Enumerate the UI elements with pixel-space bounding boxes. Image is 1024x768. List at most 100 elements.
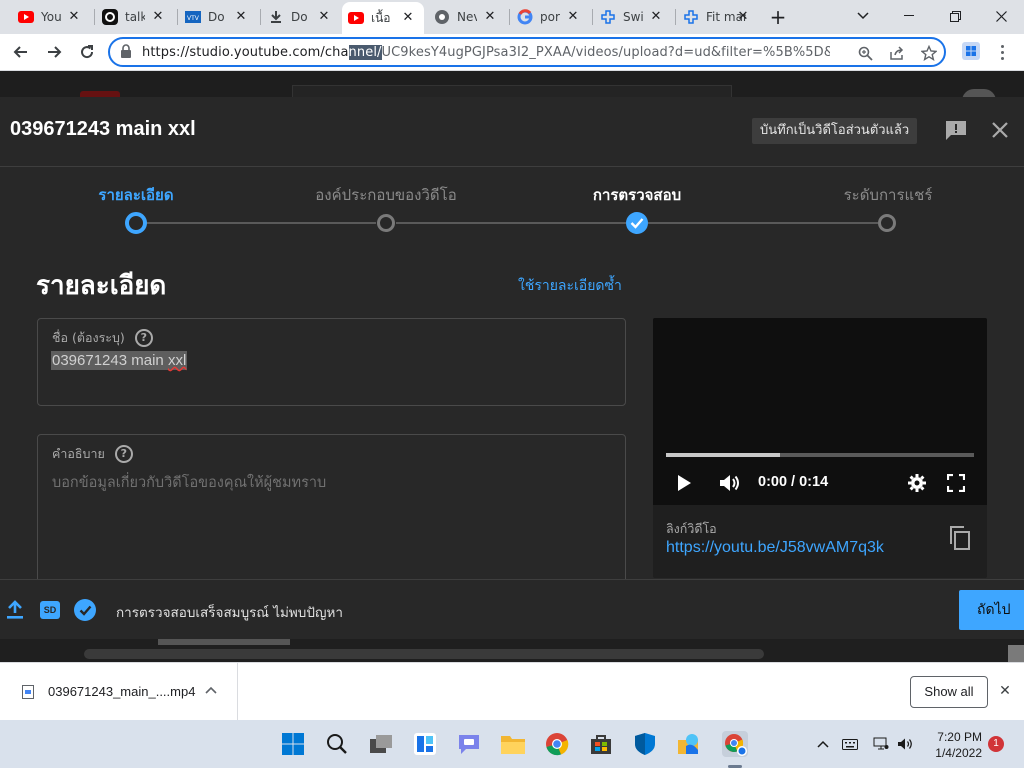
close-icon[interactable]: ✕ <box>997 683 1013 699</box>
step-visibility-dot[interactable] <box>878 214 896 232</box>
chevron-up-icon[interactable] <box>205 683 219 697</box>
tab-youtube-studio-active[interactable]: เนื้อ ✕ <box>342 2 424 34</box>
upload-icon[interactable] <box>6 600 24 620</box>
feedback-icon[interactable] <box>944 119 968 141</box>
threads-icon <box>102 9 118 25</box>
step-checks-dot[interactable] <box>626 212 648 234</box>
section-title: รายละเอียด <box>36 271 167 301</box>
studio-header-dimmed <box>0 71 1024 101</box>
close-icon[interactable]: ✕ <box>400 10 416 26</box>
title-field[interactable]: ชื่อ (ต้องระบุ) ? 039671243 main xxl <box>37 318 626 406</box>
video-link[interactable]: https://youtu.be/J58vwAM7q3k <box>666 539 884 557</box>
tab-youtube-1[interactable]: You ✕ <box>12 4 90 30</box>
video-link-label: ลิงก์วิดีโอ <box>666 521 717 536</box>
download-file-name[interactable]: 039671243_main_....mp4 <box>48 684 195 699</box>
step-visibility-label[interactable]: ระดับการแชร์ <box>828 183 948 207</box>
minimize-button[interactable] <box>886 0 932 32</box>
search-icon[interactable] <box>322 729 352 759</box>
volume-icon[interactable] <box>719 472 741 494</box>
volume-icon[interactable] <box>897 736 913 752</box>
tab-new[interactable]: Nev ✕ <box>428 4 506 30</box>
close-icon[interactable]: ✕ <box>233 9 249 25</box>
description-field-label: คำอธิบาย ? <box>52 444 133 464</box>
next-button[interactable]: ถัดไป <box>959 590 1024 630</box>
step-details-label[interactable]: รายละเอียด <box>76 183 196 207</box>
video-file-icon <box>22 685 34 699</box>
photos-icon[interactable] <box>674 729 704 759</box>
fullscreen-icon[interactable] <box>945 472 967 494</box>
chrome-active-icon[interactable] <box>720 729 750 759</box>
new-tab-button[interactable]: + <box>767 6 789 28</box>
restore-button[interactable] <box>932 0 978 32</box>
reload-button[interactable] <box>74 39 100 65</box>
store-icon[interactable] <box>586 729 616 759</box>
sd-quality-icon[interactable]: SD <box>40 601 60 619</box>
windows-start-icon[interactable] <box>278 729 308 759</box>
video-progress-bar[interactable] <box>666 453 974 457</box>
horizontal-scrollbar[interactable] <box>84 649 764 659</box>
zoom-icon[interactable] <box>856 44 874 62</box>
vertical-scrollbar-thumb[interactable] <box>1008 645 1024 662</box>
chrome-icon[interactable] <box>542 729 572 759</box>
address-bar[interactable]: https://studio.youtube.com/channel/UC9ke… <box>108 37 946 67</box>
close-icon[interactable]: ✕ <box>735 9 751 25</box>
back-button[interactable] <box>8 39 34 65</box>
chevron-up-icon[interactable] <box>815 736 831 752</box>
youtube-icon <box>348 10 364 26</box>
show-all-button[interactable]: Show all <box>910 676 988 708</box>
more-menu-icon[interactable] <box>994 40 1010 64</box>
tab-fit[interactable]: Fit man ✕ <box>677 4 759 30</box>
tab-vtv[interactable]: VTV Do ✕ <box>179 4 257 30</box>
close-icon[interactable]: ✕ <box>66 9 82 25</box>
share-icon[interactable] <box>888 44 906 62</box>
security-shield-icon[interactable] <box>630 729 660 759</box>
settings-gear-icon[interactable] <box>906 472 928 494</box>
keyboard-icon[interactable] <box>842 736 858 752</box>
help-icon[interactable]: ? <box>134 329 153 347</box>
step-details-dot[interactable] <box>125 212 147 234</box>
youtube-icon <box>18 9 34 25</box>
close-icon[interactable]: ✕ <box>565 9 581 25</box>
close-icon[interactable]: ✕ <box>648 9 664 25</box>
close-icon[interactable] <box>989 119 1011 141</box>
step-checks-label[interactable]: การตรวจสอบ <box>577 183 697 207</box>
file-explorer-icon[interactable] <box>498 729 528 759</box>
tab-google[interactable]: por ✕ <box>511 4 589 30</box>
step-elements-dot[interactable] <box>377 214 395 232</box>
video-preview-card: 0:00 / 0:14 ลิงก์วิดีโอ https://youtu.be… <box>653 318 987 578</box>
video-player[interactable]: 0:00 / 0:14 <box>653 318 987 505</box>
close-icon[interactable]: ✕ <box>150 9 166 25</box>
close-icon[interactable]: ✕ <box>316 9 332 25</box>
taskbar: 7:20 PM 1/4/2022 1 <box>0 720 1024 768</box>
window-close-button[interactable] <box>978 0 1024 32</box>
check-circle-icon[interactable] <box>74 599 96 621</box>
bookmark-star-icon[interactable] <box>920 44 938 62</box>
description-field[interactable]: คำอธิบาย ? บอกข้อมูลเกี่ยวกับวิดีโอของคุ… <box>37 434 626 584</box>
lock-icon[interactable] <box>120 44 132 63</box>
copy-icon[interactable] <box>949 526 971 550</box>
reuse-details-link[interactable]: ใช้รายละเอียดซ้ำ <box>518 275 622 297</box>
tab-talk[interactable]: talk ✕ <box>96 4 174 30</box>
tab-label: You <box>41 10 61 24</box>
url-text[interactable]: https://studio.youtube.com/channel/UC9ke… <box>142 44 830 61</box>
widgets-icon[interactable] <box>410 729 440 759</box>
step-elements-label[interactable]: องค์ประกอบของวิดีโอ <box>296 183 476 207</box>
download-item[interactable]: 039671243_main_....mp4 <box>0 663 238 721</box>
clock[interactable]: 7:20 PM 1/4/2022 <box>930 729 982 761</box>
network-icon[interactable] <box>873 736 889 752</box>
close-icon[interactable]: ✕ <box>482 9 498 25</box>
tab-download[interactable]: Do ✕ <box>262 4 340 30</box>
tab-swi[interactable]: Swi ✕ <box>594 4 672 30</box>
windows-extension-icon[interactable] <box>962 42 980 60</box>
title-input-value[interactable]: 039671243 main xxl <box>51 351 188 370</box>
tab-search-button[interactable] <box>840 0 886 32</box>
teams-chat-icon[interactable] <box>454 729 484 759</box>
help-icon[interactable]: ? <box>114 445 133 463</box>
google-icon <box>517 9 533 25</box>
play-icon[interactable] <box>673 472 695 494</box>
task-view-icon[interactable] <box>366 729 396 759</box>
upload-dialog: 039671243 main xxl บันทึกเป็นวิดีโอส่วนต… <box>0 97 1024 638</box>
forward-button[interactable] <box>41 39 67 65</box>
description-placeholder[interactable]: บอกข้อมูลเกี่ยวกับวิดีโอของคุณให้ผู้ชมทร… <box>52 471 326 494</box>
notification-badge[interactable]: 1 <box>988 736 1004 752</box>
